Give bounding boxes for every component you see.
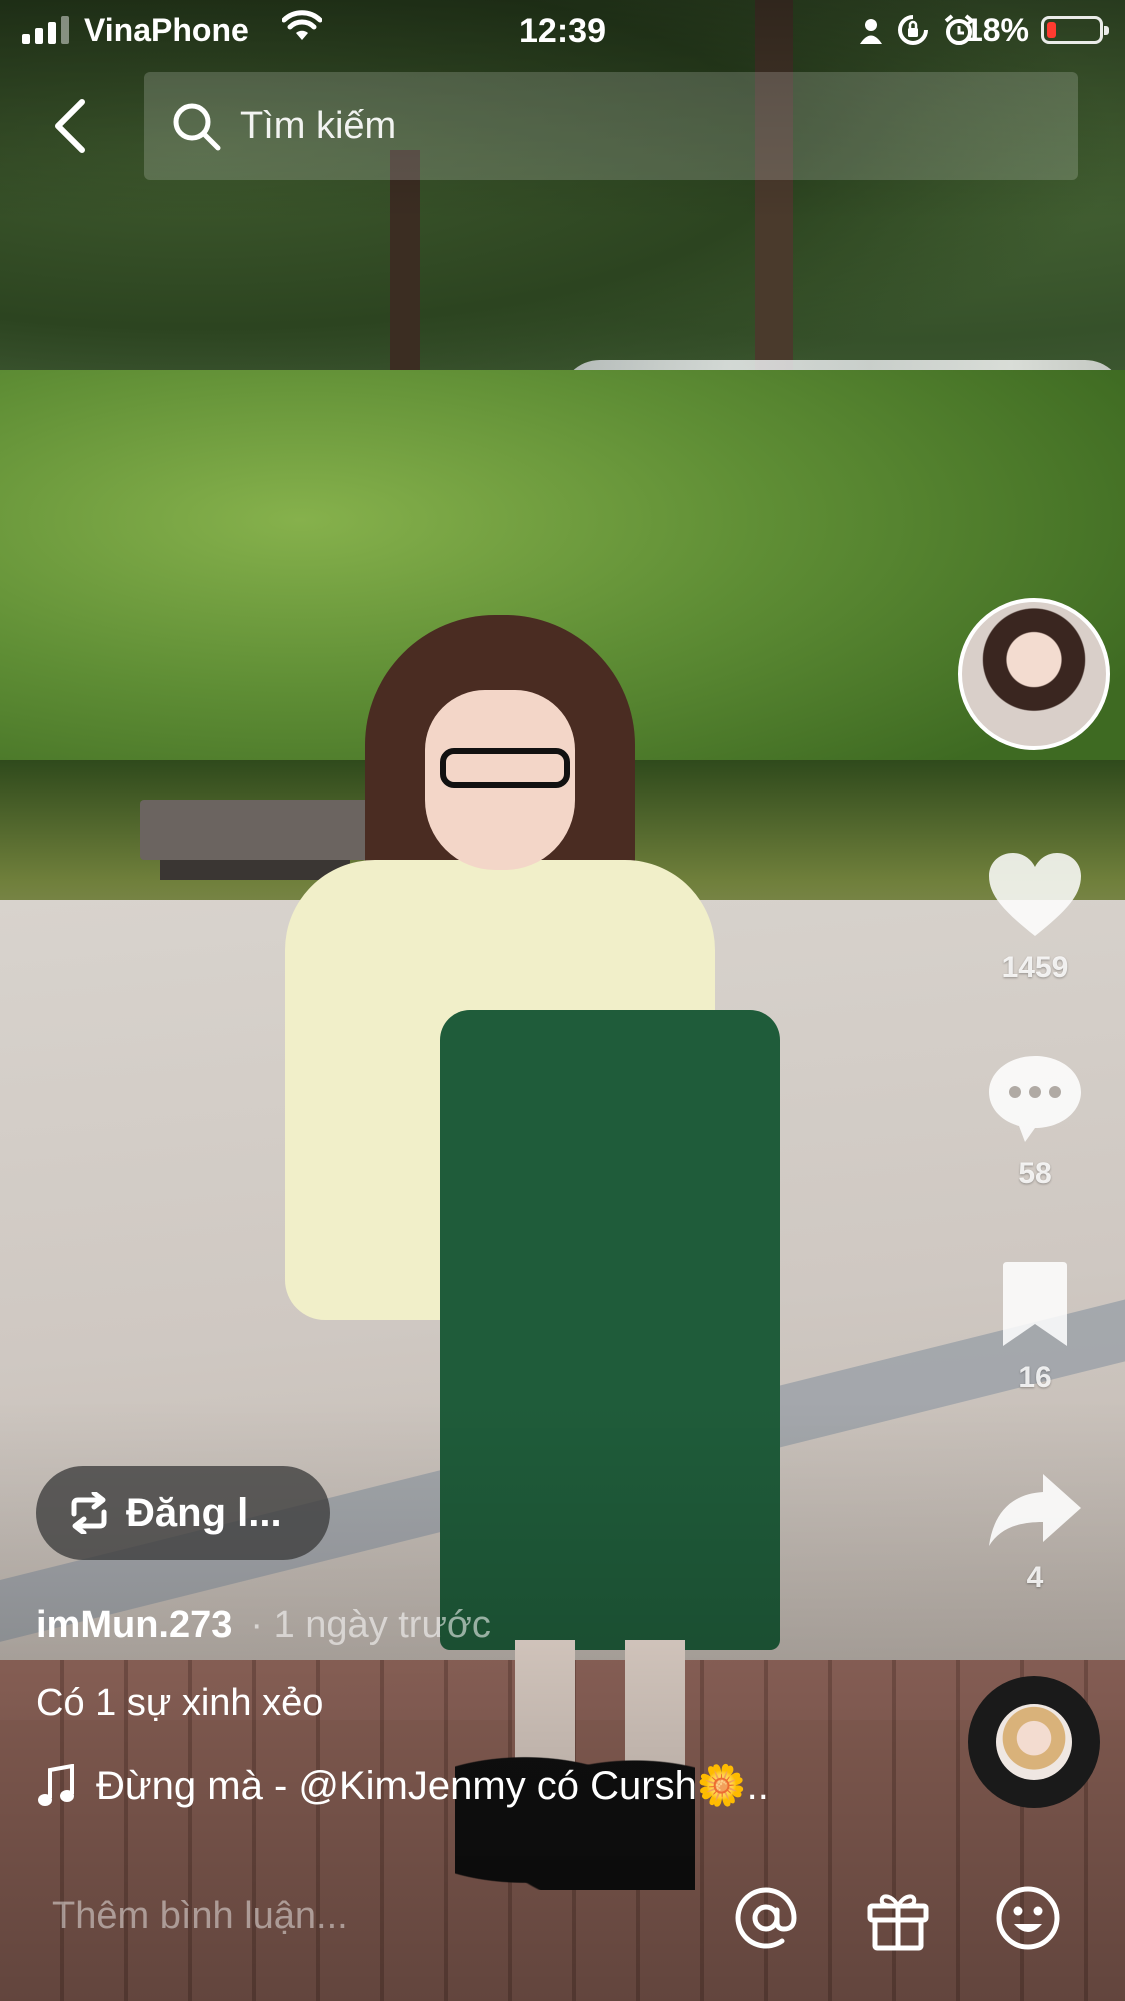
like-button[interactable]: 1459 <box>980 850 1090 985</box>
battery-percent: 18% <box>964 12 1029 48</box>
post-caption[interactable]: Có 1 sự xinh xẻo <box>36 1682 323 1725</box>
person-icon <box>859 16 883 53</box>
share-button[interactable]: 4 <box>980 1470 1090 1595</box>
gift-button[interactable] <box>860 1880 936 1956</box>
repost-label: Đăng l... <box>126 1490 282 1535</box>
comment-bar <box>0 1840 1125 2001</box>
music-info[interactable]: Đừng mà - @KimJenmy có Cursh🌼.. <box>36 1762 769 1809</box>
like-count: 1459 <box>1001 951 1069 984</box>
mention-button[interactable] <box>728 1880 804 1956</box>
author-name[interactable]: imMun.273 <box>36 1604 232 1646</box>
bench <box>140 800 370 860</box>
share-icon <box>989 1474 1081 1546</box>
heart-icon <box>989 853 1081 936</box>
comment-count: 58 <box>1018 1157 1052 1190</box>
search-bar[interactable]: Tìm kiếm <box>144 72 1078 180</box>
rotation-lock-icon <box>897 14 929 54</box>
creator-avatar[interactable] <box>958 598 1110 750</box>
repost-icon <box>66 1492 112 1534</box>
back-button[interactable] <box>40 88 100 164</box>
emoji-button[interactable] <box>990 1880 1066 1956</box>
save-button[interactable]: 16 <box>980 1260 1090 1395</box>
repost-button[interactable]: Đăng l... <box>36 1466 330 1560</box>
search-placeholder: Tìm kiếm <box>240 104 397 147</box>
comment-button[interactable]: 58 <box>980 1050 1090 1191</box>
post-time: · 1 ngày trước <box>250 1604 491 1646</box>
at-icon <box>735 1887 797 1949</box>
battery-icon <box>1041 16 1109 44</box>
share-count: 4 <box>1026 1561 1044 1594</box>
status-bar: VinaPhone 12:39 18% <box>0 0 1125 60</box>
search-icon <box>168 98 224 154</box>
music-note-icon <box>36 1763 76 1808</box>
music-disc[interactable] <box>968 1676 1100 1808</box>
person-glasses <box>440 748 570 788</box>
bookmark-icon <box>1003 1262 1067 1346</box>
chevron-left-icon <box>55 99 85 153</box>
music-cover <box>996 1704 1072 1780</box>
status-icons <box>859 14 975 54</box>
emoji-icon <box>996 1886 1060 1950</box>
comment-icon <box>989 1056 1081 1142</box>
gift-icon <box>867 1894 929 1951</box>
music-title: Đừng mà - @KimJenmy có Cursh🌼.. <box>96 1764 769 1808</box>
post-meta: imMun.273 · 1 ngày trước <box>36 1604 491 1647</box>
video-screen[interactable]: VinaPhone 12:39 18% Tìm kiếm 1459 58 16 <box>0 0 1125 2001</box>
save-count: 16 <box>1018 1361 1052 1394</box>
comment-input[interactable] <box>50 1894 694 1939</box>
